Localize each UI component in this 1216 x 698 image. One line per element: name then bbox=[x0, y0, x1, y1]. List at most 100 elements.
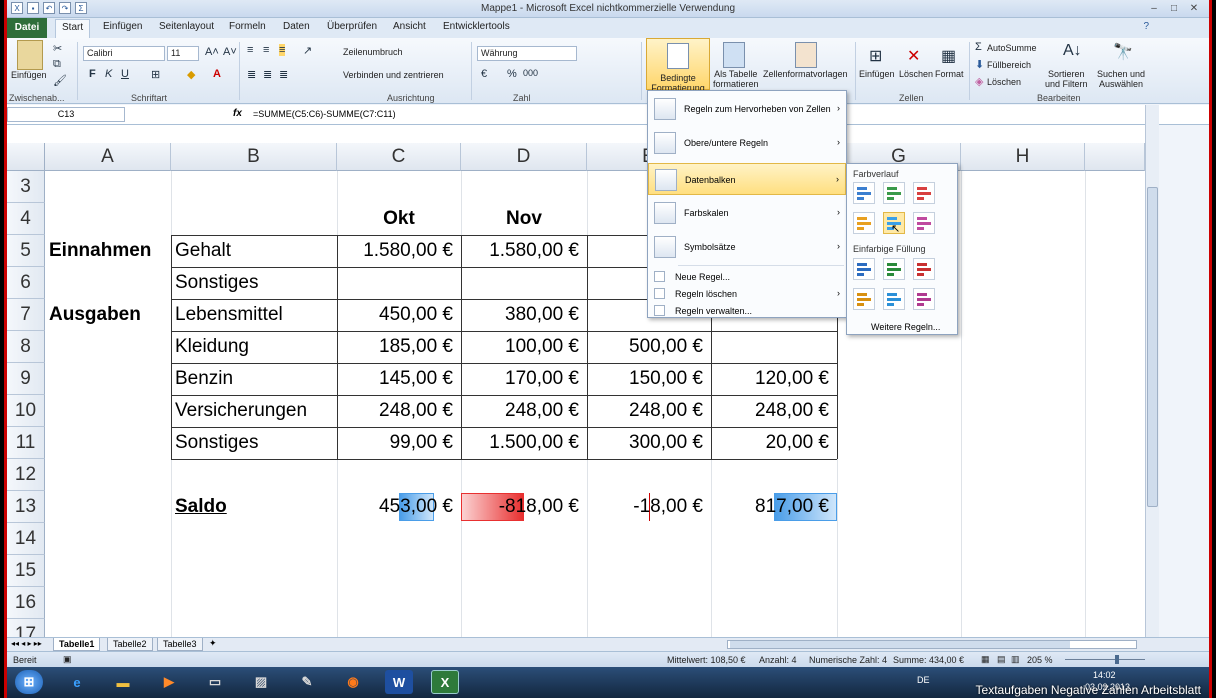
cell-value[interactable]: 185,00 € bbox=[337, 331, 461, 363]
row-header[interactable]: 17 bbox=[7, 619, 45, 637]
firefox-icon[interactable]: ◉ bbox=[339, 670, 367, 694]
media-player-icon[interactable]: ▶ bbox=[155, 670, 183, 694]
row-header[interactable]: 3 bbox=[7, 171, 45, 203]
language-indicator[interactable]: DE bbox=[917, 675, 930, 685]
menu-item-data-bars[interactable]: Datenbalken › bbox=[648, 163, 846, 195]
zoom-slider[interactable] bbox=[1065, 659, 1145, 660]
underline-icon[interactable]: U bbox=[121, 68, 129, 80]
maximize-icon[interactable]: □ bbox=[1167, 2, 1181, 14]
autosum-button[interactable]: AutoSumme bbox=[987, 43, 1037, 53]
font-name-select[interactable]: Calibri bbox=[83, 46, 165, 61]
gradient-blue-bar-option[interactable] bbox=[853, 182, 875, 204]
cell-value[interactable]: 100,00 € bbox=[461, 331, 587, 363]
italic-icon[interactable]: K bbox=[105, 68, 112, 80]
cell-value[interactable]: 1.580,00 € bbox=[337, 235, 461, 267]
currency-icon[interactable]: € bbox=[481, 68, 487, 80]
font-color-icon[interactable]: A bbox=[213, 68, 221, 80]
normal-view-icon[interactable]: ▦ bbox=[981, 654, 990, 665]
align-left-icon[interactable]: ≣ bbox=[247, 68, 256, 81]
label-saldo[interactable]: Saldo bbox=[171, 491, 337, 523]
header-okt[interactable]: Okt bbox=[337, 203, 461, 235]
solid-green-bar-option[interactable] bbox=[883, 258, 905, 280]
formula-input[interactable]: =SUMME(C5:C6)-SUMME(C7:C11) bbox=[253, 109, 396, 119]
item-label[interactable]: Gehalt bbox=[171, 235, 337, 267]
excel-taskbar-icon[interactable]: X bbox=[431, 670, 459, 694]
align-top-icon[interactable]: ≡ bbox=[247, 44, 253, 56]
row-header[interactable]: 8 bbox=[7, 331, 45, 363]
cell-value[interactable]: 248,00 € bbox=[337, 395, 461, 427]
close-icon[interactable]: ✕ bbox=[1187, 2, 1201, 14]
explorer-folder-icon[interactable]: ▬ bbox=[109, 670, 137, 694]
internet-explorer-icon[interactable]: e bbox=[63, 670, 91, 694]
cell-value[interactable]: 1.500,00 € bbox=[461, 427, 587, 459]
macro-record-icon[interactable]: ▣ bbox=[63, 654, 72, 665]
more-rules-link[interactable]: Weitere Regeln... bbox=[871, 322, 940, 332]
cell-value[interactable]: 300,00 € bbox=[587, 427, 711, 459]
item-label[interactable]: Benzin bbox=[171, 363, 337, 395]
row-header[interactable]: 9 bbox=[7, 363, 45, 395]
sort-filter-button[interactable]: Sortieren und Filtern bbox=[1045, 69, 1088, 89]
tab-nav-icon[interactable]: ◂◂ ◂ ▸ ▸▸ bbox=[11, 639, 42, 648]
fill-color-icon[interactable]: ◆ bbox=[187, 68, 195, 81]
select-all-corner[interactable] bbox=[7, 143, 45, 171]
tab-start[interactable]: Start bbox=[55, 19, 91, 38]
cell-value[interactable]: 248,00 € bbox=[461, 395, 587, 427]
fill-button[interactable]: Füllbereich bbox=[987, 60, 1031, 70]
item-label[interactable]: Versicherungen bbox=[171, 395, 337, 427]
insert-cells-button[interactable]: Einfügen bbox=[859, 69, 895, 79]
tab-view[interactable]: Ansicht bbox=[393, 21, 426, 32]
start-button-icon[interactable]: ⊞ bbox=[15, 670, 43, 694]
gradient-orange-bar-option[interactable] bbox=[853, 212, 875, 234]
find-select-button[interactable]: Suchen und Auswählen bbox=[1097, 69, 1145, 89]
row-header[interactable]: 13 bbox=[7, 491, 45, 523]
saldo-cell-c[interactable]: 453,00 € bbox=[337, 491, 461, 523]
format-painter-icon[interactable]: 🖌 bbox=[53, 74, 67, 87]
borders-icon[interactable]: ⊞ bbox=[151, 68, 160, 81]
cell-value[interactable]: 120,00 € bbox=[711, 363, 837, 395]
tab-review[interactable]: Überprüfen bbox=[327, 21, 377, 32]
sheet-tab-3[interactable]: Tabelle3 bbox=[157, 638, 203, 651]
thousands-icon[interactable]: 000 bbox=[523, 68, 538, 78]
row-header[interactable]: 16 bbox=[7, 587, 45, 619]
help-icon[interactable]: ? bbox=[1143, 21, 1149, 32]
tab-page-layout[interactable]: Seitenlayout bbox=[159, 21, 214, 32]
tab-file[interactable]: Datei bbox=[7, 18, 47, 38]
row-header[interactable]: 15 bbox=[7, 555, 45, 587]
menu-item-highlight-rules[interactable]: Regeln zum Hervorheben von Zellen › bbox=[648, 93, 846, 125]
cell-styles-button[interactable]: Zellenformatvorlagen bbox=[763, 69, 848, 79]
solid-red-bar-option[interactable] bbox=[913, 258, 935, 280]
cell-value[interactable]: 380,00 € bbox=[461, 299, 587, 331]
align-bottom-icon[interactable]: ≡ bbox=[279, 44, 286, 56]
app-icon[interactable]: ▭ bbox=[201, 670, 229, 694]
vertical-scrollbar[interactable] bbox=[1145, 105, 1159, 637]
cell-value[interactable]: 248,00 € bbox=[587, 395, 711, 427]
horizontal-scrollbar[interactable] bbox=[727, 640, 1137, 649]
name-box[interactable]: C13 bbox=[7, 107, 125, 122]
orientation-icon[interactable]: ↗ bbox=[303, 44, 312, 57]
zoom-level[interactable]: 205 % bbox=[1027, 655, 1053, 665]
font-size-select[interactable]: 11 bbox=[167, 46, 199, 61]
tab-data[interactable]: Daten bbox=[283, 21, 310, 32]
menu-item-clear-rules[interactable]: Regeln löschen › bbox=[648, 285, 846, 302]
scroll-thumb[interactable] bbox=[1147, 187, 1158, 507]
solid-purple-bar-option[interactable] bbox=[913, 288, 935, 310]
cell-value[interactable]: 20,00 € bbox=[711, 427, 837, 459]
zoom-slider-handle[interactable] bbox=[1115, 655, 1119, 664]
delete-cells-button[interactable]: Löschen bbox=[899, 69, 933, 79]
row-header[interactable]: 4 bbox=[7, 203, 45, 235]
tab-developer[interactable]: Entwicklertools bbox=[443, 21, 510, 32]
item-label[interactable]: Lebensmittel bbox=[171, 299, 337, 331]
minimize-icon[interactable]: – bbox=[1147, 2, 1161, 14]
bold-icon[interactable]: F bbox=[89, 68, 96, 80]
align-center-icon[interactable]: ≣ bbox=[263, 68, 272, 81]
menu-item-top-bottom-rules[interactable]: Obere/untere Regeln › bbox=[648, 127, 846, 159]
cell-value[interactable]: 450,00 € bbox=[337, 299, 461, 331]
header-nov[interactable]: Nov bbox=[461, 203, 587, 235]
tab-formulas[interactable]: Formeln bbox=[229, 21, 266, 32]
cell-value[interactable]: 150,00 € bbox=[587, 363, 711, 395]
percent-icon[interactable]: % bbox=[507, 68, 517, 80]
conditional-formatting-button[interactable]: Bedingte Formatierung bbox=[646, 38, 710, 93]
row-header[interactable]: 6 bbox=[7, 267, 45, 299]
format-cells-button[interactable]: Format bbox=[935, 69, 964, 79]
horizontal-scroll-thumb[interactable] bbox=[730, 641, 1070, 648]
